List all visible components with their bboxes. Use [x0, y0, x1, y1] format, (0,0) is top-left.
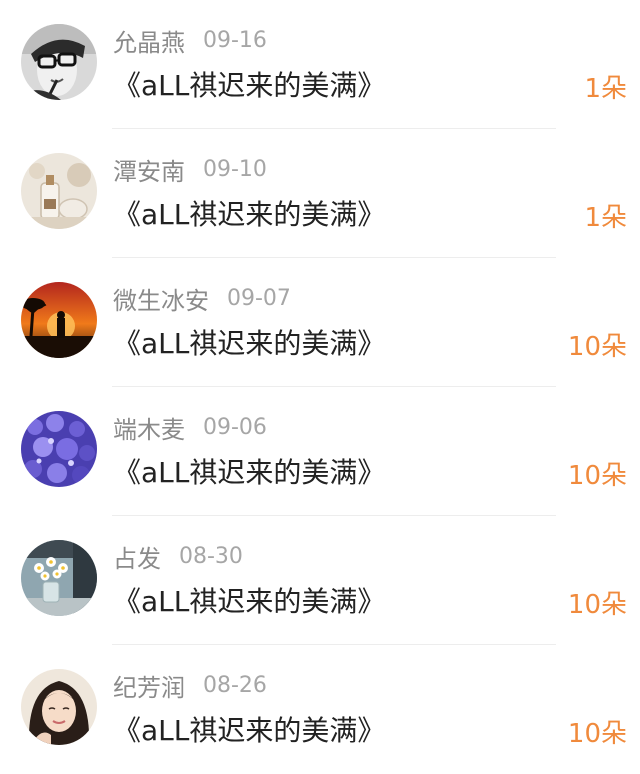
book-title-link[interactable]: 《aLL祺迟来的美满》	[113, 451, 385, 491]
entry-meta: 潭安南 09-10	[113, 151, 267, 187]
list-item[interactable]: 微生冰安 09-07 《aLL祺迟来的美满》 10朵	[0, 258, 640, 387]
flower-count: 10朵	[567, 719, 627, 749]
avatar-woman-glasses-bw-icon	[21, 24, 97, 100]
entry-meta: 允晶燕 09-16	[113, 22, 267, 58]
entry-date: 08-30	[179, 543, 243, 569]
flower-count: 1朵	[584, 203, 627, 233]
avatar[interactable]	[21, 411, 97, 487]
avatar-daisy-vase-icon	[21, 540, 97, 616]
avatar-purple-flowers-icon	[21, 411, 97, 487]
avatar-girl-portrait-icon	[21, 669, 97, 745]
user-name[interactable]: 允晶燕	[113, 23, 185, 58]
entry-date: 08-26	[203, 672, 267, 698]
entry-meta: 端木麦 09-06	[113, 409, 267, 445]
entry-meta: 微生冰安 09-07	[113, 280, 291, 316]
avatar[interactable]	[21, 282, 97, 358]
avatar-glass-bottle-icon	[21, 153, 97, 229]
flower-count: 10朵	[567, 461, 627, 491]
book-title-link[interactable]: 《aLL祺迟来的美满》	[113, 64, 385, 104]
entry-date: 09-07	[227, 285, 291, 311]
user-name[interactable]: 潭安南	[113, 152, 185, 187]
list-item[interactable]: 纪芳润 08-26 《aLL祺迟来的美满》 10朵	[0, 645, 640, 774]
flower-count: 10朵	[567, 332, 627, 362]
avatar[interactable]	[21, 24, 97, 100]
book-title-link[interactable]: 《aLL祺迟来的美满》	[113, 322, 385, 362]
list-item[interactable]: 允晶燕 09-16 《aLL祺迟来的美满》 1朵	[0, 0, 640, 129]
book-title-link[interactable]: 《aLL祺迟来的美满》	[113, 580, 385, 620]
avatar[interactable]	[21, 153, 97, 229]
entry-meta: 纪芳润 08-26	[113, 667, 267, 703]
entry-date: 09-10	[203, 156, 267, 182]
avatar-sunset-silhouette-icon	[21, 282, 97, 358]
entry-date: 09-06	[203, 414, 267, 440]
user-name[interactable]: 端木麦	[113, 410, 185, 445]
flower-count: 10朵	[567, 590, 627, 620]
avatar[interactable]	[21, 669, 97, 745]
list-item[interactable]: 潭安南 09-10 《aLL祺迟来的美满》 1朵	[0, 129, 640, 258]
user-name[interactable]: 纪芳润	[113, 668, 185, 703]
avatar[interactable]	[21, 540, 97, 616]
reward-list: 允晶燕 09-16 《aLL祺迟来的美满》 1朵 潭安南 09-10 《aLL祺…	[0, 0, 640, 774]
book-title-link[interactable]: 《aLL祺迟来的美满》	[113, 709, 385, 749]
book-title-link[interactable]: 《aLL祺迟来的美满》	[113, 193, 385, 233]
entry-date: 09-16	[203, 27, 267, 53]
user-name[interactable]: 占发	[113, 539, 161, 574]
user-name[interactable]: 微生冰安	[113, 281, 209, 316]
list-item[interactable]: 端木麦 09-06 《aLL祺迟来的美满》 10朵	[0, 387, 640, 516]
flower-count: 1朵	[584, 74, 627, 104]
entry-meta: 占发 08-30	[113, 538, 243, 574]
list-item[interactable]: 占发 08-30 《aLL祺迟来的美满》 10朵	[0, 516, 640, 645]
